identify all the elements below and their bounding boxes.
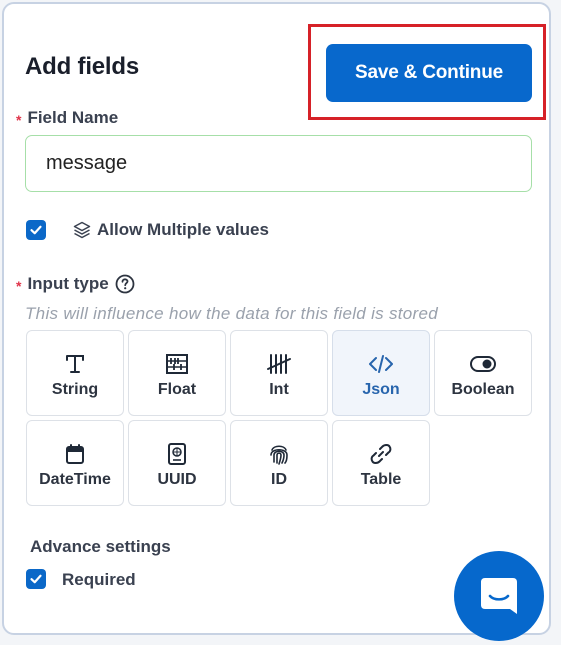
- fingerprint-icon: [268, 442, 290, 466]
- code-icon: [368, 352, 394, 376]
- type-uuid[interactable]: UUID: [128, 420, 226, 506]
- type-json[interactable]: Json: [332, 330, 430, 416]
- type-label: Int: [269, 381, 289, 398]
- input-type-hint: This will influence how the data for thi…: [25, 304, 439, 323]
- type-label: ID: [271, 471, 287, 488]
- save-continue-button[interactable]: Save & Continue: [326, 44, 532, 102]
- required-mark: *: [16, 112, 22, 128]
- type-boolean[interactable]: Boolean: [434, 330, 532, 416]
- allow-multiple-label: Allow Multiple values: [72, 220, 269, 240]
- type-label: UUID: [157, 471, 197, 488]
- calendar-icon: [64, 442, 86, 466]
- page-title: Add fields: [25, 53, 140, 80]
- checkmark-icon: [30, 574, 42, 584]
- help-icon[interactable]: [115, 274, 135, 294]
- type-label: Json: [362, 381, 400, 398]
- type-label: Boolean: [451, 381, 515, 398]
- input-type-label-text: Input type: [27, 274, 109, 293]
- advance-settings-label: Advance settings: [30, 537, 171, 556]
- chat-launcher-button[interactable]: [454, 551, 544, 641]
- checkmark-icon: [30, 225, 42, 235]
- required-mark: *: [16, 278, 22, 294]
- type-int[interactable]: Int: [230, 330, 328, 416]
- type-label: String: [51, 381, 99, 398]
- type-label: DateTime: [39, 471, 111, 488]
- allow-multiple-checkbox[interactable]: [26, 220, 46, 240]
- type-label: Table: [360, 471, 402, 488]
- tally-icon: [266, 352, 292, 376]
- type-string[interactable]: String: [26, 330, 124, 416]
- type-id[interactable]: ID: [230, 420, 328, 506]
- chat-icon: [481, 578, 517, 614]
- type-datetime[interactable]: DateTime: [26, 420, 124, 506]
- required-checkbox[interactable]: [26, 569, 46, 589]
- allow-multiple-label-text: Allow Multiple values: [97, 220, 269, 239]
- layers-icon: [73, 221, 91, 239]
- type-float[interactable]: Float: [128, 330, 226, 416]
- field-name-label: * Field Name: [16, 108, 118, 128]
- abacus-icon: [165, 352, 189, 376]
- toggle-icon: [470, 352, 496, 376]
- link-icon: [369, 442, 393, 466]
- field-name-label-text: Field Name: [27, 108, 119, 127]
- type-label: Float: [157, 381, 197, 398]
- field-name-input[interactable]: [25, 135, 532, 192]
- passport-icon: [167, 442, 187, 466]
- text-icon: [64, 352, 86, 376]
- input-type-label: * Input type: [16, 274, 135, 294]
- required-label: Required: [62, 570, 136, 589]
- type-table[interactable]: Table: [332, 420, 430, 506]
